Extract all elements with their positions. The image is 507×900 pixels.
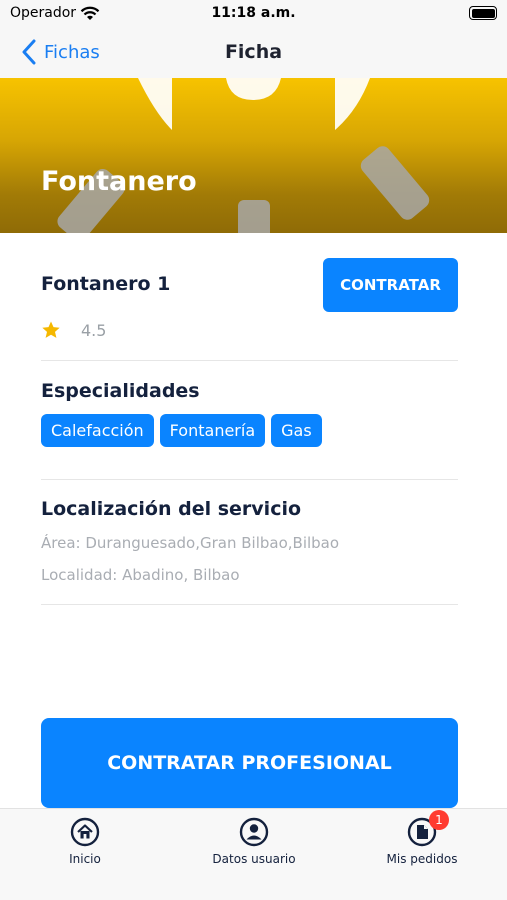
notification-badge: 1 xyxy=(429,810,449,830)
tab-label: Mis pedidos xyxy=(386,852,458,866)
navigation-bar: Fichas Ficha xyxy=(0,28,507,78)
tab-label: Inicio xyxy=(69,852,101,866)
specialties-list: Calefacción Fontanería Gas xyxy=(41,414,322,447)
rating: 4.5 xyxy=(41,320,106,340)
divider xyxy=(41,604,458,605)
rating-value: 4.5 xyxy=(81,320,107,340)
divider xyxy=(41,479,458,480)
specialties-title: Especialidades xyxy=(41,380,200,402)
service-area: Área: Duranguesado,Gran Bilbao,Bilbao xyxy=(41,534,340,552)
chevron-left-icon xyxy=(22,39,36,65)
back-button[interactable]: Fichas xyxy=(22,39,100,65)
hero-banner: Fontanero xyxy=(0,78,507,233)
specialty-chip: Calefacción xyxy=(41,414,154,447)
hire-button[interactable]: CONTRATAR xyxy=(323,258,458,312)
home-icon xyxy=(70,817,100,847)
user-icon xyxy=(239,817,269,847)
specialty-chip: Fontanería xyxy=(159,414,266,447)
status-bar: Operador 11:18 a.m. xyxy=(0,0,507,28)
tab-bar: Inicio Datos usuario 1 Mis pedidos xyxy=(0,808,507,900)
tab-icon-wrapper: 1 xyxy=(407,810,449,847)
hero-title: Fontanero xyxy=(41,166,197,197)
battery-icon xyxy=(469,6,497,20)
tab-mis-pedidos[interactable]: 1 Mis pedidos xyxy=(352,810,492,866)
tab-label: Datos usuario xyxy=(212,852,296,866)
divider xyxy=(41,360,458,361)
location-title: Localización del servicio xyxy=(41,498,302,520)
tab-inicio[interactable]: Inicio xyxy=(15,817,155,866)
specialty-chip: Gas xyxy=(271,414,322,447)
clock: 11:18 a.m. xyxy=(211,5,296,21)
tab-datos-usuario[interactable]: Datos usuario xyxy=(184,817,324,866)
service-locality: Localidad: Abadino, Bilbao xyxy=(41,566,240,584)
provider-name: Fontanero 1 xyxy=(41,273,171,295)
hire-professional-button[interactable]: CONTRATAR PROFESIONAL xyxy=(41,718,458,808)
hero-illustration xyxy=(57,78,430,233)
star-icon xyxy=(42,321,60,338)
back-label: Fichas xyxy=(44,41,100,63)
